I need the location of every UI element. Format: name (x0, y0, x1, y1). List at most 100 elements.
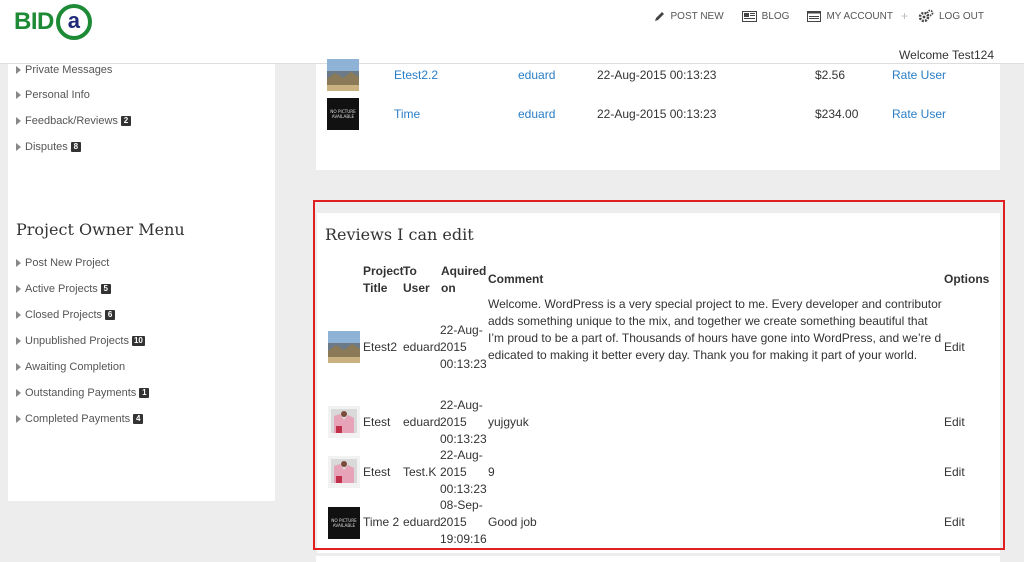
site-logo[interactable]: BID a (14, 4, 92, 40)
reviews-title: Reviews I can edit (325, 225, 474, 244)
sidebar-item-outstanding-payments[interactable]: Outstanding Payments 1 (16, 387, 150, 399)
no-picture-thumbnail[interactable]: NO PICTUREAVAILABLE (327, 98, 359, 130)
review-user-link[interactable]: eduard (403, 339, 440, 356)
logo-circle-icon: a (55, 4, 92, 40)
sidebar-item-unpublished-projects[interactable]: Unpublished Projects 10 (16, 335, 145, 347)
date-line: 2015 (440, 340, 467, 354)
date-cell: 22-Aug-2015 00:13:23 (597, 68, 717, 82)
column-header-project-title: Project Title (363, 263, 404, 297)
date-line: 08-Sep- (440, 498, 483, 512)
sidebar-item-disputes[interactable]: Disputes 8 (16, 141, 81, 153)
bullet-triangle-icon (16, 66, 21, 74)
user-link[interactable]: eduard (518, 107, 555, 121)
no-picture-thumbnail[interactable]: NO PICTUREAVAILABLE (328, 507, 360, 539)
account-card-icon (807, 10, 822, 22)
review-comment: Good job (488, 514, 537, 531)
sidebar-item-completed-payments[interactable]: Completed Payments 4 (16, 413, 144, 425)
sidebar-item-label: Private Messages (25, 64, 113, 76)
bullet-triangle-icon (16, 117, 21, 125)
count-badge: 1 (139, 388, 150, 398)
sidebar-item-closed-projects[interactable]: Closed Projects 6 (16, 309, 116, 321)
nav-post-new[interactable]: POST NEW (654, 10, 724, 22)
gears-icon (918, 9, 934, 23)
bullet-triangle-icon (16, 259, 21, 267)
newspaper-icon (741, 10, 757, 22)
next-panel-edge (316, 556, 1000, 562)
logo-letter: a (67, 8, 80, 33)
review-comment: Welcome. WordPress is a very special pro… (488, 296, 943, 364)
count-badge: 8 (70, 142, 81, 152)
review-project-link[interactable]: Etest2 (363, 339, 397, 356)
sidebar-item-label: Outstanding Payments (25, 387, 137, 399)
bullet-triangle-icon (16, 389, 21, 397)
review-project-link[interactable]: Time 2 (363, 514, 399, 531)
bullet-triangle-icon (16, 337, 21, 345)
count-badge: 4 (133, 414, 144, 424)
nav-log-out[interactable]: LOG OUT (918, 9, 984, 23)
svg-text:AVAILABLE: AVAILABLE (332, 114, 355, 119)
sidebar-item-label: Post New Project (25, 257, 110, 269)
user-link[interactable]: eduard (518, 68, 555, 82)
header-line: Aquired (441, 264, 487, 278)
project-thumbnail-landscape[interactable] (328, 331, 360, 363)
comment-line: 9 (488, 465, 495, 479)
date-line: 22-Aug- (440, 448, 483, 462)
project-thumbnail-photo[interactable] (328, 406, 360, 438)
sidebar-item-personal-info[interactable]: Personal Info (16, 89, 90, 101)
date-cell: 22-Aug-2015 00:13:23 (597, 107, 717, 121)
column-header-comment: Comment (488, 272, 544, 286)
comment-line: Good job (488, 515, 537, 529)
edit-review-link[interactable]: Edit (944, 414, 965, 431)
review-date: 08-Sep- 2015 19:09:16 (440, 497, 487, 548)
rate-user-link[interactable]: Rate User (892, 107, 946, 121)
nav-my-account[interactable]: MY ACCOUNT (807, 10, 893, 22)
count-badge: 2 (120, 116, 131, 126)
comment-line: I’m proud to be a part of. Thousands of … (488, 331, 942, 345)
edit-review-link[interactable]: Edit (944, 464, 965, 481)
sidebar-item-label: Personal Info (25, 89, 90, 101)
sidebar-item-awaiting-completion[interactable]: Awaiting Completion (16, 361, 125, 373)
project-thumbnail-landscape[interactable] (327, 59, 359, 91)
review-user-link[interactable]: eduard (403, 514, 440, 531)
sidebar-item-label: Awaiting Completion (25, 361, 126, 373)
edit-review-link[interactable]: Edit (944, 514, 965, 531)
top-nav: POST NEW BLOG MY ACCOUNT + LOG OUT (636, 9, 984, 23)
bullet-triangle-icon (16, 311, 21, 319)
review-date: 22-Aug- 2015 00:13:23 (440, 322, 487, 373)
date-line: 22-Aug- (440, 323, 483, 337)
review-comment: yujgyuk (488, 414, 529, 431)
sidebar-item-feedback-reviews[interactable]: Feedback/Reviews 2 (16, 115, 131, 127)
date-line: 2015 (440, 465, 467, 479)
project-thumbnail-photo[interactable] (328, 456, 360, 488)
bullet-triangle-icon (16, 91, 21, 99)
nav-my-account-label: MY ACCOUNT (826, 10, 893, 22)
date-line: 22-Aug- (440, 398, 483, 412)
table-row (327, 59, 359, 91)
sidebar-item-label: Disputes (25, 141, 68, 153)
svg-text:AVAILABLE: AVAILABLE (333, 523, 356, 528)
nav-post-new-label: POST NEW (670, 10, 724, 22)
review-user-link[interactable]: eduard (403, 414, 440, 431)
sidebar-item-private-messages[interactable]: Private Messages (16, 64, 112, 76)
project-title-link[interactable]: Etest2.2 (394, 68, 438, 82)
welcome-text: Welcome Test124 (899, 48, 994, 62)
nav-blog[interactable]: BLOG (741, 10, 790, 22)
sidebar-item-post-new-project[interactable]: Post New Project (16, 257, 109, 269)
sidebar-item-label: Unpublished Projects (25, 335, 129, 347)
date-line: 00:13:23 (440, 357, 487, 371)
sidebar: Private Messages Personal Info Feedback/… (8, 64, 275, 501)
sidebar-item-active-projects[interactable]: Active Projects 5 (16, 283, 111, 295)
nav-blog-label: BLOG (761, 10, 790, 22)
table-row: NO PICTURE AVAILABLE (327, 98, 359, 130)
rate-user-link[interactable]: Rate User (892, 68, 946, 82)
bullet-triangle-icon (16, 363, 21, 371)
comment-line: edicated to making it better every day. … (488, 348, 918, 362)
edit-review-link[interactable]: Edit (944, 339, 965, 356)
review-comment: 9 (488, 464, 495, 481)
pencil-icon (654, 10, 666, 22)
project-title-link[interactable]: Time (394, 107, 420, 121)
review-project-link[interactable]: Etest (363, 414, 390, 431)
review-user-link[interactable]: Test.K (403, 464, 436, 481)
review-project-link[interactable]: Etest (363, 464, 390, 481)
bullet-triangle-icon (16, 415, 21, 423)
